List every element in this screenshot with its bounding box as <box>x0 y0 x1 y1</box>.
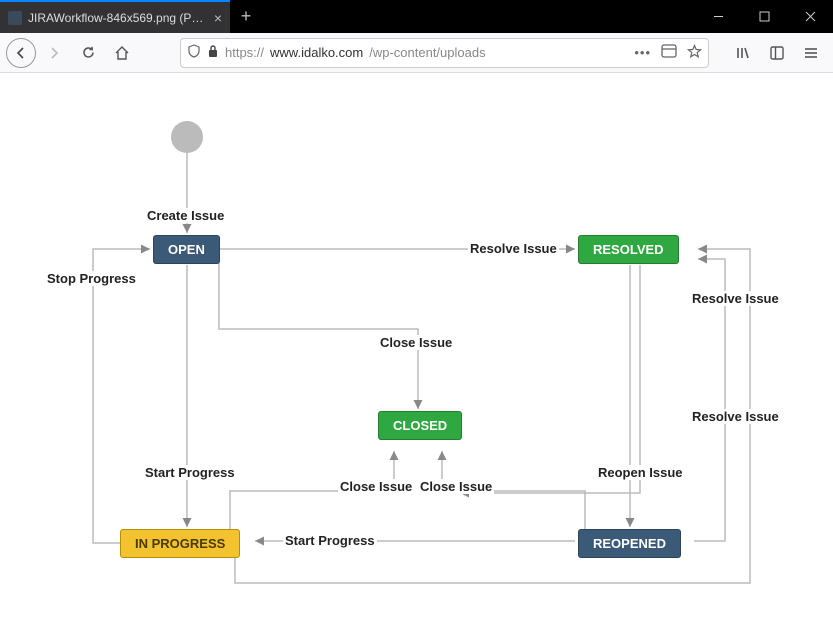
label-resolve-issue-right2: Resolve Issue <box>690 409 781 424</box>
app-menu-icon[interactable] <box>795 37 827 69</box>
url-bar[interactable]: https:// www.idalko.com/wp-content/upload… <box>180 38 709 68</box>
window-controls <box>695 0 833 33</box>
window-close-button[interactable] <box>787 0 833 33</box>
label-close-issue-right: Close Issue <box>418 479 494 494</box>
back-button[interactable] <box>6 38 36 68</box>
url-prefix: https:// <box>225 45 264 60</box>
state-open: OPEN <box>153 235 220 264</box>
tab-title: JIRAWorkflow-846x569.png (PNG Im <box>28 11 208 25</box>
url-path: /wp-content/uploads <box>369 45 485 60</box>
close-tab-icon[interactable]: × <box>214 10 222 26</box>
browser-toolbar: https:// www.idalko.com/wp-content/upload… <box>0 33 833 73</box>
browser-tab[interactable]: JIRAWorkflow-846x569.png (PNG Im × <box>0 0 230 33</box>
url-host: www.idalko.com <box>270 45 363 60</box>
lock-icon[interactable] <box>207 44 219 61</box>
state-in-progress: IN PROGRESS <box>120 529 240 558</box>
reader-mode-icon[interactable] <box>661 44 677 61</box>
browser-tabbar: JIRAWorkflow-846x569.png (PNG Im × + <box>0 0 833 33</box>
library-icon[interactable] <box>727 37 759 69</box>
label-close-issue-top: Close Issue <box>378 335 454 350</box>
page-actions-icon[interactable]: ••• <box>634 45 651 60</box>
tab-favicon <box>8 11 22 25</box>
state-reopened: REOPENED <box>578 529 681 558</box>
reload-button[interactable] <box>72 37 104 69</box>
window-restore-button[interactable] <box>741 0 787 33</box>
window-minimize-button[interactable] <box>695 0 741 33</box>
label-resolve-issue-right1: Resolve Issue <box>690 291 781 306</box>
state-closed: CLOSED <box>378 411 462 440</box>
bookmark-star-icon[interactable] <box>687 44 702 62</box>
home-button[interactable] <box>106 37 138 69</box>
shield-icon[interactable] <box>187 44 201 61</box>
forward-button[interactable] <box>38 37 70 69</box>
label-reopen-issue: Reopen Issue <box>596 465 685 480</box>
toolbar-right <box>727 37 827 69</box>
label-stop-progress: Stop Progress <box>45 271 138 286</box>
sidebars-icon[interactable] <box>761 37 793 69</box>
label-start-progress-left: Start Progress <box>143 465 237 480</box>
workflow-diagram: OPEN RESOLVED CLOSED IN PROGRESS REOPENE… <box>0 73 833 637</box>
label-create-issue: Create Issue <box>145 208 226 223</box>
state-resolved: RESOLVED <box>578 235 679 264</box>
new-tab-button[interactable]: + <box>230 0 262 33</box>
label-start-progress-mid: Start Progress <box>283 533 377 548</box>
urlbar-actions: ••• <box>634 44 702 62</box>
start-node <box>171 121 203 153</box>
label-close-issue-left: Close Issue <box>338 479 414 494</box>
label-resolve-issue-top: Resolve Issue <box>468 241 559 256</box>
